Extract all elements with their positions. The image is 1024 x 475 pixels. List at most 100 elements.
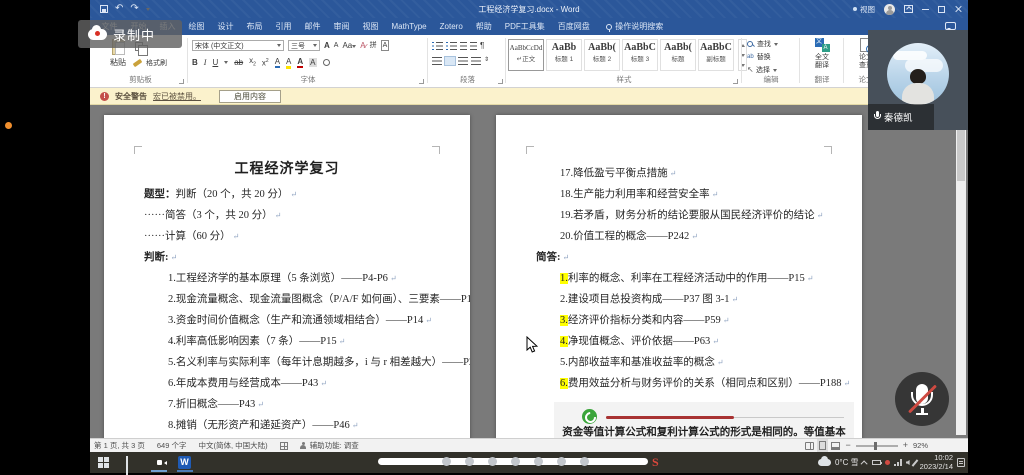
font-color-icon[interactable]: A — [297, 57, 303, 68]
superscript-icon[interactable]: x2 — [262, 57, 269, 68]
styles-dialog-launcher[interactable] — [733, 79, 738, 84]
clipboard-dialog-launcher[interactable] — [179, 79, 184, 84]
scrollbar-thumb[interactable] — [957, 121, 965, 181]
doc-line[interactable]: 6.费用效益分析与财务评价的关系（相同点和区别）——P188↵ — [496, 373, 862, 394]
macro-disabled-link[interactable]: 宏已被禁用。 — [153, 91, 201, 102]
format-painter-button[interactable]: 格式刷 — [133, 58, 167, 68]
scrubber-dot-5[interactable] — [557, 457, 566, 466]
start-button[interactable] — [98, 457, 109, 468]
account-avatar[interactable] — [884, 4, 895, 15]
number-list-icon[interactable] — [446, 42, 457, 50]
align-right-icon[interactable] — [458, 57, 468, 65]
qat-customize-icon[interactable] — [146, 8, 150, 11]
char-shading-icon[interactable]: A — [309, 58, 316, 67]
zoom-slider-knob[interactable] — [874, 442, 877, 450]
doc-line[interactable]: 3.资金时间价值概念（生产和流通领域相结合）——P14↵ — [104, 310, 470, 331]
zoom-slider[interactable] — [856, 445, 898, 447]
clear-format-icon[interactable]: A̷ — [360, 41, 365, 50]
network-icon[interactable] — [894, 459, 902, 466]
decrease-indent-icon[interactable] — [460, 42, 467, 50]
tab-9[interactable]: 视图 — [356, 21, 385, 32]
italic-icon[interactable]: I — [204, 58, 207, 67]
tab-6[interactable]: 引用 — [269, 21, 298, 32]
strikethrough-icon[interactable]: ab — [234, 58, 243, 67]
underline-caret-icon[interactable] — [224, 61, 228, 64]
scrubber-dot-3[interactable] — [511, 457, 520, 466]
tab-7[interactable]: 邮件 — [298, 21, 327, 32]
word-count[interactable]: 649 个字 — [157, 440, 187, 451]
tab-12[interactable]: 帮助 — [469, 21, 498, 32]
scrubber-dot-0[interactable] — [442, 457, 451, 466]
redo-icon[interactable]: ↷ — [130, 4, 138, 14]
subscript-icon[interactable]: x2 — [249, 56, 256, 70]
bold-icon[interactable]: B — [192, 58, 198, 67]
document-page-1[interactable]: 工程经济学复习 题型：判断（20 个，共 20 分）↵······简答（3 个，… — [104, 115, 470, 438]
weather-text[interactable]: 0°C 雪 — [835, 457, 859, 468]
zoom-out-button[interactable]: − — [845, 441, 850, 450]
tab-13[interactable]: PDF工具集 — [498, 21, 551, 32]
doc-line[interactable]: ······简答（3 个，共 20 分）↵ — [104, 205, 470, 226]
style-card-1[interactable]: AaBb标题 1 — [546, 39, 582, 71]
doc-line[interactable]: 6.年成本费用与经营成本——P43↵ — [104, 373, 470, 394]
enclose-char-icon[interactable] — [323, 59, 330, 66]
paragraph-dialog-launcher[interactable] — [498, 79, 503, 84]
change-case-icon[interactable]: Aa — [342, 41, 356, 50]
pen-icon[interactable] — [911, 459, 918, 466]
doc-line[interactable]: 5.内部收益率和基准收益率的概念↵ — [496, 352, 862, 373]
save-icon[interactable] — [100, 5, 108, 13]
replace-button[interactable]: ab替换 — [747, 52, 771, 62]
tray-expand-icon[interactable] — [860, 460, 867, 467]
tab-5[interactable]: 布局 — [240, 21, 269, 32]
scrubber-dot-1[interactable] — [465, 457, 474, 466]
clock[interactable]: 10:022023/2/14 — [920, 454, 953, 471]
action-center-icon[interactable] — [957, 458, 965, 467]
char-border-icon[interactable]: A — [381, 40, 390, 51]
underline-icon[interactable]: U — [212, 58, 218, 67]
style-card-0[interactable]: AaBbCcDd↵正文 — [508, 39, 544, 71]
volume-icon[interactable] — [906, 460, 910, 465]
read-mode-icon[interactable] — [805, 442, 814, 450]
minimize-button[interactable] — [922, 9, 929, 10]
increase-indent-icon[interactable] — [470, 42, 477, 50]
paragraph-mark-icon[interactable]: ¶ — [480, 41, 484, 50]
doc-line[interactable]: 4.利率高低影响因素（7 条）——P15↵ — [104, 331, 470, 352]
align-left-icon[interactable] — [432, 57, 442, 65]
input-method-icon[interactable]: S — [652, 455, 659, 469]
tab-3[interactable]: 绘图 — [182, 21, 211, 32]
font-name-select[interactable]: 宋体 (中文正文) — [192, 40, 284, 51]
task-view-button[interactable] — [126, 456, 128, 475]
language-indicator[interactable]: 中文(简体, 中国大陆) — [198, 440, 267, 451]
webcam-tile[interactable]: 秦德凯 — [868, 30, 968, 130]
phonetic-guide-icon[interactable]: 拼 — [370, 41, 377, 50]
style-card-2[interactable]: AaBb(标题 2 — [584, 39, 620, 71]
doc-line[interactable]: 4.净现值概念、评价依据——P63↵ — [496, 331, 862, 352]
document-page-2[interactable]: 17.降低盈亏平衡点措施↵18.生产能力利用率和经营安全率↵19.若矛盾，财务分… — [496, 115, 862, 438]
shrink-font-icon[interactable]: A — [334, 41, 339, 50]
battery-icon[interactable] — [872, 460, 881, 465]
bullet-list-icon[interactable] — [432, 42, 443, 50]
vertical-scrollbar[interactable] — [956, 107, 966, 435]
doc-line[interactable]: 1.工程经济学的基本原理（5 条浏览）——P4-P6↵ — [104, 268, 470, 289]
scrubber-dot-6[interactable] — [580, 457, 589, 466]
font-dialog-launcher[interactable] — [419, 79, 424, 84]
page-indicator[interactable]: 第 1 页, 共 3 页 — [94, 440, 145, 451]
undo-icon[interactable]: ↶ — [115, 4, 123, 14]
doc-line[interactable]: 17.降低盈亏平衡点措施↵ — [496, 163, 862, 184]
tab-8[interactable]: 审阅 — [327, 21, 356, 32]
justify-icon[interactable] — [471, 57, 481, 65]
tab-10[interactable]: MathType — [385, 22, 433, 31]
text-effects-icon[interactable]: A — [275, 57, 280, 68]
mute-microphone-button[interactable] — [895, 372, 949, 426]
highlight-color-icon[interactable]: A — [286, 57, 291, 69]
taskbar-word-app[interactable]: W — [178, 456, 191, 469]
maximize-button[interactable] — [938, 6, 945, 13]
doc-line[interactable]: 7.折旧概念——P43↵ — [104, 394, 470, 415]
scrubber-dot-2[interactable] — [488, 457, 497, 466]
tab-4[interactable]: 设计 — [211, 21, 240, 32]
doc-line[interactable]: 题型：判断（20 个，共 20 分）↵ — [104, 184, 470, 205]
line-spacing-icon[interactable]: ⇕ — [484, 56, 489, 65]
tray-recording-icon[interactable] — [885, 460, 890, 465]
full-translate-button[interactable]: 全文翻译 — [802, 38, 842, 70]
style-card-5[interactable]: AaBbC副标题 — [698, 39, 734, 71]
doc-line[interactable]: 8.摊销（无形资产和递延资产）——P46↵ — [104, 415, 470, 436]
